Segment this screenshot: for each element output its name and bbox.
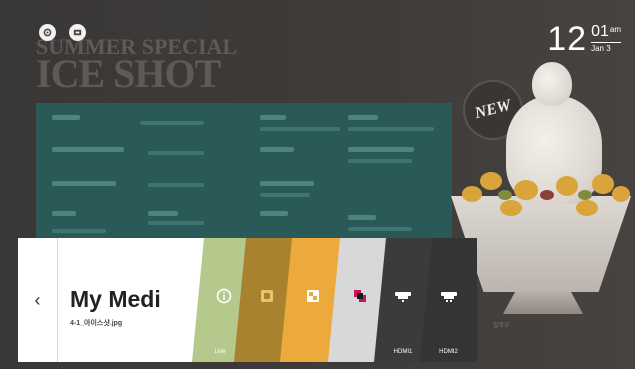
- cup-stand: [503, 292, 583, 314]
- recent-card-title: My Medi: [70, 286, 161, 312]
- clock-minute: 01: [591, 23, 609, 40]
- store-icon: [354, 290, 366, 302]
- clock-date: Jan 3: [591, 42, 621, 53]
- input-card-label: HDMI2: [439, 349, 458, 355]
- hdmi-icon: [440, 292, 457, 302]
- app-icon: [307, 290, 319, 302]
- ice-cream-swirl-top: [532, 62, 572, 106]
- input-source-icon[interactable]: [69, 24, 86, 41]
- ice-cream-cup: [451, 196, 631, 292]
- input-card-label: HDMI1: [393, 349, 413, 355]
- clock: 12 01 am Jan 3: [547, 22, 621, 56]
- tv-home-screen: SUMMER SPECIAL ICE SHOT NEW 밀로우 12 01 am…: [0, 0, 635, 369]
- app-icon: [261, 290, 273, 302]
- recent-card-filename: 4-1_아이스샷.jpg: [70, 320, 123, 327]
- poster-menu-board: [36, 103, 452, 249]
- clock-hour: 12: [547, 20, 588, 58]
- info-icon: [216, 288, 232, 304]
- launcher-bar: My Medi 4-1_아이스샷.jpg ‹ Live HDMI1 HDMI2: [18, 238, 477, 362]
- cup-note: 밀로우: [493, 323, 510, 329]
- chevron-left-icon[interactable]: ‹: [18, 238, 58, 362]
- poster-title-line2: ICE SHOT: [36, 51, 221, 96]
- clock-ampm: am: [609, 25, 621, 34]
- app-card-label: Live: [214, 349, 226, 355]
- settings-gear-icon[interactable]: [39, 24, 56, 41]
- hdmi-icon: [395, 292, 411, 302]
